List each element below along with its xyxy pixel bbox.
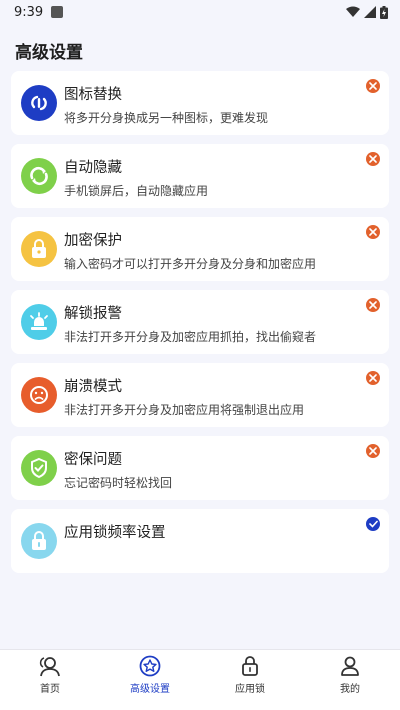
close-icon[interactable] (366, 298, 380, 312)
bottom-nav: 首页 高级设置 应用锁 我的 (0, 649, 400, 710)
setting-title: 自动隐藏 (64, 160, 122, 176)
setting-title: 图标替换 (64, 87, 122, 103)
close-icon[interactable] (366, 152, 380, 166)
nav-label: 首页 (40, 684, 60, 695)
nav-label: 高级设置 (130, 684, 170, 695)
person-icon (341, 656, 359, 676)
setting-desc: 手机锁屏后，自动隐藏应用 (64, 184, 209, 198)
setting-title: 崩溃模式 (64, 379, 122, 395)
shield-check-icon (21, 450, 57, 486)
lock-icon (242, 656, 258, 676)
users-icon (39, 657, 60, 677)
status-bar: 9:39 (0, 0, 400, 24)
close-icon[interactable] (366, 444, 380, 458)
sad-face-icon (21, 377, 57, 413)
setting-card-crash-mode[interactable]: 崩溃模式 非法打开多开分身及加密应用将强制退出应用 (11, 363, 389, 427)
wifi-icon (346, 6, 360, 17)
setting-title: 密保问题 (64, 452, 122, 468)
signal-icon (364, 6, 376, 18)
setting-title: 加密保护 (64, 233, 122, 249)
alarm-light-icon (21, 304, 57, 340)
nav-item-home[interactable]: 首页 (0, 650, 100, 710)
setting-card-auto-hide[interactable]: 自动隐藏 手机锁屏后，自动隐藏应用 (11, 144, 389, 208)
status-left: 9:39 (14, 4, 64, 20)
setting-card-encryption[interactable]: 加密保护 输入密码才可以打开多开分身及分身和加密应用 (11, 217, 389, 281)
nav-item-advanced-settings[interactable]: 高级设置 (100, 650, 200, 710)
notification-icon (51, 6, 64, 18)
icon-replace-icon (21, 85, 57, 121)
lock-icon (21, 523, 57, 559)
setting-card-unlock-alarm[interactable]: 解锁报警 非法打开多开分身及加密应用抓拍，找出偷窥者 (11, 290, 389, 354)
nav-item-mine[interactable]: 我的 (300, 650, 400, 710)
star-settings-icon (139, 655, 161, 677)
setting-desc: 输入密码才可以打开多开分身及分身和加密应用 (64, 257, 317, 271)
status-right (346, 5, 388, 19)
setting-card-lock-frequency[interactable]: 应用锁频率设置 (11, 509, 389, 573)
status-time: 9:39 (14, 4, 44, 20)
setting-desc: 忘记密码时轻松找回 (64, 476, 173, 490)
close-icon[interactable] (366, 79, 380, 93)
nav-label: 应用锁 (235, 684, 265, 695)
close-icon[interactable] (366, 371, 380, 385)
setting-title: 应用锁频率设置 (64, 525, 166, 541)
auto-hide-icon (21, 158, 57, 194)
close-icon[interactable] (366, 225, 380, 239)
setting-desc: 非法打开多开分身及加密应用抓拍，找出偷窥者 (64, 330, 317, 344)
nav-label: 我的 (340, 684, 360, 695)
setting-card-security-question[interactable]: 密保问题 忘记密码时轻松找回 (11, 436, 389, 500)
setting-title: 解锁报警 (64, 306, 122, 322)
battery-icon (380, 5, 388, 19)
setting-desc: 非法打开多开分身及加密应用将强制退出应用 (64, 403, 305, 417)
check-icon[interactable] (366, 517, 380, 531)
padlock-icon (21, 231, 57, 267)
nav-item-app-lock[interactable]: 应用锁 (200, 650, 300, 710)
setting-desc: 将多开分身换成另一种图标，更难发现 (64, 111, 269, 125)
setting-card-icon-replace[interactable]: 图标替换 将多开分身换成另一种图标，更难发现 (11, 71, 389, 135)
